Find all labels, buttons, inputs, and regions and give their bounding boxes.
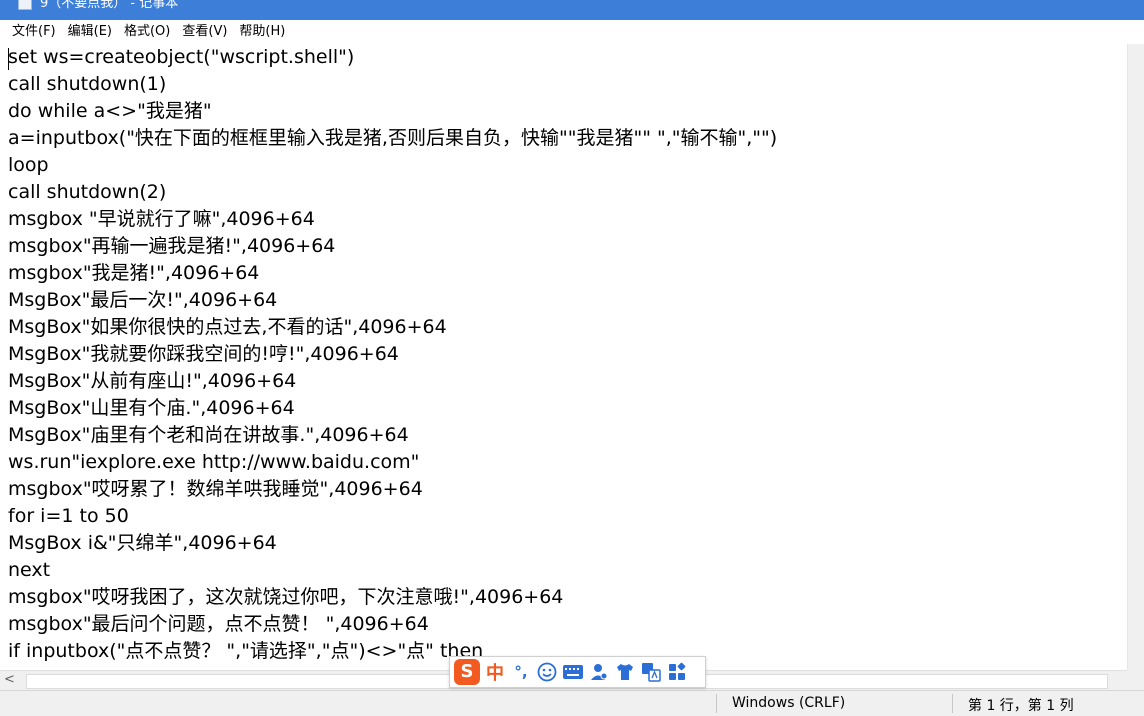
text-editor[interactable]: set ws=createobject("wscript.shell") cal… [0,44,1127,670]
code-line: for i=1 to 50 [8,505,129,527]
scroll-left-arrow-icon[interactable]: < [4,672,15,687]
code-line: msgbox"最后问个问题，点不点赞！ ",4096+64 [8,613,429,635]
status-encoding: Windows (CRLF) [732,695,846,711]
title-bar: 9（不要点我） - 记事本 [0,0,1144,20]
code-line: msgbox"哎呀累了！数绵羊哄我睡觉",4096+64 [8,478,423,500]
status-divider [952,694,953,713]
vertical-scrollbar[interactable] [1127,44,1144,670]
keyboard-icon[interactable] [562,661,584,683]
ime-language-toggle[interactable]: 中 [484,659,506,685]
menu-edit[interactable]: 编辑(E) [62,20,118,44]
status-divider [716,694,717,713]
voice-user-icon[interactable] [588,661,610,683]
code-line: msgbox "早说就行了嘛",4096+64 [8,208,315,230]
code-line: call shutdown(1) [8,73,167,95]
code-line: loop [8,154,49,176]
code-line: MsgBox"最后一次!",4096+64 [8,289,278,311]
code-line: MsgBox"庙里有个老和尚在讲故事.",4096+64 [8,424,409,446]
toolbox-grid-icon[interactable] [666,661,688,683]
code-line: MsgBox"山里有个庙.",4096+64 [8,397,295,419]
menu-view[interactable]: 查看(V) [176,20,233,44]
code-line: a=inputbox("快在下面的框框里输入我是猪,否则后果自负，快输""我是猪… [8,127,778,149]
code-line: call shutdown(2) [8,181,167,203]
ime-punctuation-toggle[interactable]: °, [510,661,532,683]
ime-punctuation-label: °, [514,663,528,681]
window-title: 9（不要点我） - 记事本 [40,0,179,11]
menu-format[interactable]: 格式(O) [118,20,176,44]
code-line: MsgBox"从前有座山!",4096+64 [8,370,297,392]
notepad-app-icon [18,0,32,10]
menu-bar: 文件(F) 编辑(E) 格式(O) 查看(V) 帮助(H) [0,20,1144,44]
code-line: msgbox"我是猪!",4096+64 [8,262,260,284]
code-line: msgbox"哎呀我困了，这次就饶过你吧，下次注意哦!",4096+64 [8,586,564,608]
menu-help[interactable]: 帮助(H) [233,20,291,44]
menu-file[interactable]: 文件(F) [6,20,62,44]
sogou-logo-icon[interactable]: S [454,659,480,685]
text-caret [8,48,9,70]
code-line: next [8,559,51,581]
emoji-icon[interactable] [536,661,558,683]
status-cursor-position: 第 1 行，第 1 列 [968,698,1074,714]
code-line: do while a<>"我是猪" [8,100,212,122]
scrollbar-corner [1127,670,1144,690]
ime-toolbar: S 中 °, [449,656,706,688]
code-line: msgbox"再输一遍我是猪!",4096+64 [8,235,336,257]
code-line: MsgBox i&"只绵羊",4096+64 [8,532,277,554]
code-line: MsgBox"我就要你踩我空间的!哼!",4096+64 [8,343,399,365]
code-line: MsgBox"如果你很快的点过去,不看的话",4096+64 [8,316,447,338]
translate-icon[interactable] [640,661,662,683]
code-line: ws.run"iexplore.exe http://www.baidu.com… [8,451,420,473]
code-line: set ws=createobject("wscript.shell") [8,46,355,68]
status-bar: Windows (CRLF) 第 1 行，第 1 列 [0,690,1144,716]
skin-shirt-icon[interactable] [614,661,636,683]
